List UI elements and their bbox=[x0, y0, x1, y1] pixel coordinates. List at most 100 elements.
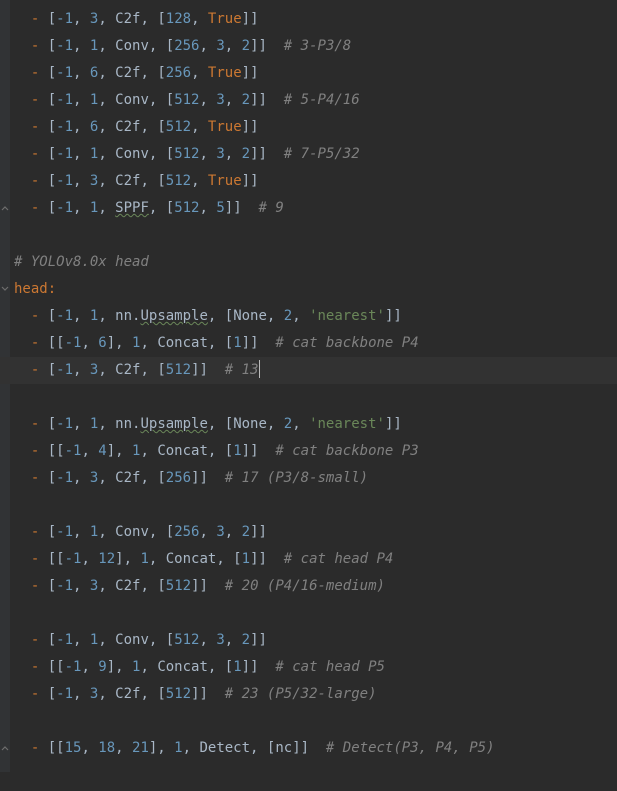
code-line[interactable]: - [-1, 6, C2f, [512, True]] bbox=[0, 114, 617, 141]
yaml-dash: - bbox=[31, 92, 48, 108]
token-bracket: , bbox=[73, 416, 90, 432]
token-num: -1 bbox=[56, 173, 73, 189]
token-ident: Concat bbox=[157, 443, 208, 459]
token-num: -1 bbox=[56, 632, 73, 648]
code-line[interactable]: - [[-1, 4], 1, Concat, [1]] # cat backbo… bbox=[0, 438, 617, 465]
token-ident: C2f bbox=[115, 578, 140, 594]
token-bracket: , bbox=[199, 146, 216, 162]
token-bracket: , bbox=[98, 686, 115, 702]
token-bracket: , bbox=[81, 659, 98, 675]
code-line[interactable]: - [-1, 3, C2f, [512]] # 23 (P5/32-large) bbox=[0, 681, 617, 708]
token-bracket: , bbox=[98, 173, 115, 189]
token-num: 256 bbox=[174, 38, 199, 54]
token-bracket: , bbox=[267, 416, 284, 432]
token-num: 2 bbox=[242, 92, 250, 108]
code-line[interactable]: - [[-1, 6], 1, Concat, [1]] # cat backbo… bbox=[0, 330, 617, 357]
code-line[interactable]: - [-1, 1, Conv, [512, 3, 2]] # 7-P5/32 bbox=[0, 141, 617, 168]
token-num: 2 bbox=[284, 308, 292, 324]
token-typo: Upsample bbox=[140, 416, 207, 432]
token-bracket: , [ bbox=[149, 38, 174, 54]
token-num: 9 bbox=[98, 659, 106, 675]
token-comment: # 3-P3/8 bbox=[284, 38, 351, 54]
code-line[interactable]: - [-1, 3, C2f, [512, True]] bbox=[0, 168, 617, 195]
token-bracket: , [ bbox=[208, 416, 233, 432]
token-comment: # 5-P4/16 bbox=[284, 92, 360, 108]
token-num: 128 bbox=[166, 11, 191, 27]
yaml-dash: - bbox=[31, 659, 48, 675]
code-line[interactable] bbox=[0, 600, 617, 627]
token-bracket: , bbox=[225, 632, 242, 648]
code-line[interactable]: - [-1, 1, nn.Upsample, [None, 2, 'neares… bbox=[0, 411, 617, 438]
token-num: 512 bbox=[166, 362, 191, 378]
token-bracket: , bbox=[73, 200, 90, 216]
code-line[interactable] bbox=[0, 708, 617, 735]
token-num: -1 bbox=[65, 659, 82, 675]
token-bracket: [ bbox=[48, 146, 56, 162]
code-line[interactable]: - [-1, 3, C2f, [512]] # 13 bbox=[0, 357, 617, 384]
token-bracket: , bbox=[225, 524, 242, 540]
token-bracket: , bbox=[199, 200, 216, 216]
token-ident: Conv bbox=[115, 146, 149, 162]
token-bracket: , bbox=[98, 308, 115, 324]
token-num: 1 bbox=[233, 443, 241, 459]
token-bracket: ]] bbox=[250, 524, 267, 540]
token-bool: True bbox=[208, 65, 242, 81]
token-bracket: , bbox=[149, 551, 166, 567]
token-bracket: , bbox=[199, 92, 216, 108]
fold-expand-icon[interactable] bbox=[1, 285, 9, 293]
code-line[interactable]: - [-1, 3, C2f, [256]] # 17 (P3/8-small) bbox=[0, 465, 617, 492]
yaml-dash: - bbox=[31, 686, 48, 702]
token-typo: SPPF bbox=[115, 200, 149, 216]
token-num: 1 bbox=[233, 659, 241, 675]
code-line[interactable]: - [-1, 3, C2f, [128, True]] bbox=[0, 6, 617, 33]
code-line[interactable]: - [[-1, 9], 1, Concat, [1]] # cat head P… bbox=[0, 654, 617, 681]
token-bracket: ]] bbox=[242, 443, 276, 459]
token-ident: nn. bbox=[115, 308, 140, 324]
token-bracket: [[ bbox=[48, 740, 65, 756]
token-num: 512 bbox=[166, 173, 191, 189]
token-bool: True bbox=[208, 11, 242, 27]
token-num: 3 bbox=[216, 92, 224, 108]
token-bracket: , bbox=[98, 524, 115, 540]
code-line[interactable]: - [-1, 1, Conv, [256, 3, 2]] # 3-P3/8 bbox=[0, 33, 617, 60]
token-bracket: , [ bbox=[149, 632, 174, 648]
token-num: 3 bbox=[216, 146, 224, 162]
token-bracket: ]] bbox=[250, 146, 284, 162]
token-bracket: , bbox=[191, 11, 208, 27]
fold-collapse-icon[interactable] bbox=[1, 744, 9, 752]
token-bracket: [ bbox=[48, 308, 56, 324]
token-bracket: , bbox=[73, 362, 90, 378]
code-line[interactable]: - [-1, 1, Conv, [256, 3, 2]] bbox=[0, 519, 617, 546]
fold-collapse-icon[interactable] bbox=[1, 204, 9, 212]
yaml-dash: - bbox=[31, 551, 48, 567]
code-line[interactable] bbox=[0, 384, 617, 411]
token-bracket: [ bbox=[48, 65, 56, 81]
token-num: -1 bbox=[56, 92, 73, 108]
code-line[interactable]: head: bbox=[0, 276, 617, 303]
token-num: -1 bbox=[56, 416, 73, 432]
code-line[interactable]: - [-1, 3, C2f, [512]] # 20 (P4/16-medium… bbox=[0, 573, 617, 600]
token-bracket: [ bbox=[48, 38, 56, 54]
token-bracket: ], bbox=[107, 659, 132, 675]
token-bracket: [[ bbox=[48, 335, 65, 351]
yaml-dash: - bbox=[31, 146, 48, 162]
yaml-dash: - bbox=[31, 443, 48, 459]
code-line[interactable]: - [-1, 1, SPPF, [512, 5]] # 9 bbox=[0, 195, 617, 222]
token-ident: Concat bbox=[157, 659, 208, 675]
code-line[interactable]: - [-1, 1, Conv, [512, 3, 2]] # 5-P4/16 bbox=[0, 87, 617, 114]
code-line[interactable]: # YOLOv8.0x head bbox=[0, 249, 617, 276]
code-line[interactable]: - [-1, 6, C2f, [256, True]] bbox=[0, 60, 617, 87]
yaml-dash: - bbox=[31, 335, 48, 351]
code-line[interactable]: - [-1, 1, Conv, [512, 3, 2]] bbox=[0, 627, 617, 654]
code-editor[interactable]: - [-1, 3, C2f, [128, True]] - [-1, 1, Co… bbox=[0, 0, 617, 772]
yaml-dash: - bbox=[31, 416, 48, 432]
code-line[interactable] bbox=[0, 222, 617, 249]
token-bracket: , [ bbox=[149, 524, 174, 540]
token-bracket: , bbox=[115, 740, 132, 756]
token-bracket: , bbox=[225, 38, 242, 54]
code-line[interactable]: - [-1, 1, nn.Upsample, [None, 2, 'neares… bbox=[0, 303, 617, 330]
code-line[interactable]: - [[15, 18, 21], 1, Detect, [nc]] # Dete… bbox=[0, 735, 617, 762]
code-line[interactable] bbox=[0, 492, 617, 519]
code-line[interactable]: - [[-1, 12], 1, Concat, [1]] # cat head … bbox=[0, 546, 617, 573]
token-bracket: [ bbox=[48, 173, 56, 189]
